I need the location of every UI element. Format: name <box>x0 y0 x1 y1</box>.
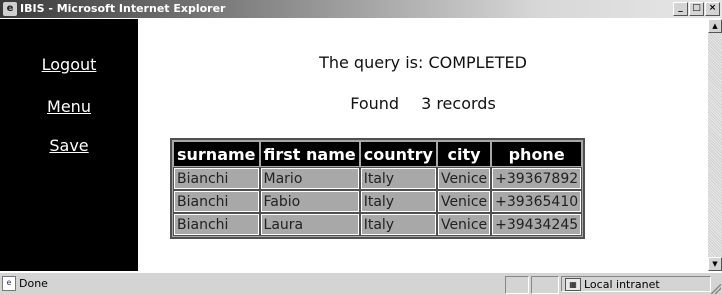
page-done-icon: e <box>2 276 16 291</box>
found-count: 3 records <box>421 94 496 113</box>
zone-text: Local intranet <box>584 277 660 291</box>
scroll-up-arrow-icon[interactable]: ▲ <box>708 19 722 33</box>
minimize-button[interactable]: _ <box>673 2 688 16</box>
sidebar: Logout Menu Save <box>0 19 138 271</box>
table-row: Bianchi Fabio Italy Venice +39365410 <box>173 190 583 213</box>
cell-country: Italy <box>359 213 437 236</box>
resize-grip[interactable] <box>711 284 721 294</box>
cell-phone: +39434245 <box>491 213 583 236</box>
found-label: Found <box>350 94 400 113</box>
status-text: Done <box>19 277 48 290</box>
window-title: IBIS - Microsoft Internet Explorer <box>20 2 226 15</box>
window-controls: _ □ × <box>673 2 720 16</box>
cell-surname: Bianchi <box>173 190 260 213</box>
query-status: The query is: COMPLETED <box>319 53 527 72</box>
scroll-down-arrow-icon[interactable]: ▼ <box>708 257 722 271</box>
column-header-city: city <box>437 142 491 166</box>
close-button[interactable]: × <box>705 2 720 16</box>
maximize-button[interactable]: □ <box>689 2 704 16</box>
logout-link[interactable]: Logout <box>0 55 138 74</box>
status-panel <box>531 276 559 294</box>
cell-city: Venice <box>436 213 492 236</box>
title-bar: e IBIS - Microsoft Internet Explorer _ □… <box>0 0 722 18</box>
cell-city: Venice <box>436 167 492 190</box>
ie-logo-icon: e <box>3 2 17 16</box>
cell-phone: +39365410 <box>491 190 583 213</box>
cell-first-name: Fabio <box>259 190 360 213</box>
cell-country: Italy <box>359 167 437 190</box>
cell-phone: +39367892 <box>491 167 583 190</box>
menu-link[interactable]: Menu <box>0 97 138 116</box>
column-header-first-name: first name <box>260 142 359 166</box>
cell-surname: Bianchi <box>173 167 260 190</box>
security-zone: ▦ Local intranet <box>561 276 711 292</box>
column-header-surname: surname <box>174 142 259 166</box>
status-area: e Done <box>2 276 48 291</box>
found-summary: Found 3 records <box>138 94 708 113</box>
vertical-scrollbar[interactable]: ▲ ▼ <box>708 19 722 271</box>
cell-first-name: Laura <box>259 213 360 236</box>
status-bar: e Done ▦ Local intranet <box>0 272 722 295</box>
table-row: Bianchi Mario Italy Venice +39367892 <box>173 167 583 190</box>
column-header-country: country <box>360 142 436 166</box>
results-table: surname first name country city phone Bi… <box>170 138 586 239</box>
cell-country: Italy <box>359 190 437 213</box>
status-panel <box>505 276 529 294</box>
cell-first-name: Mario <box>259 167 360 190</box>
save-link[interactable]: Save <box>0 136 138 155</box>
intranet-icon: ▦ <box>565 277 581 291</box>
table-row: Bianchi Laura Italy Venice +39434245 <box>173 213 583 236</box>
cell-city: Venice <box>436 190 492 213</box>
main-content: The query is: COMPLETED Found 3 records s… <box>138 19 708 271</box>
column-header-phone: phone <box>492 142 582 166</box>
table-header-row: surname first name country city phone <box>174 142 582 166</box>
cell-surname: Bianchi <box>173 213 260 236</box>
